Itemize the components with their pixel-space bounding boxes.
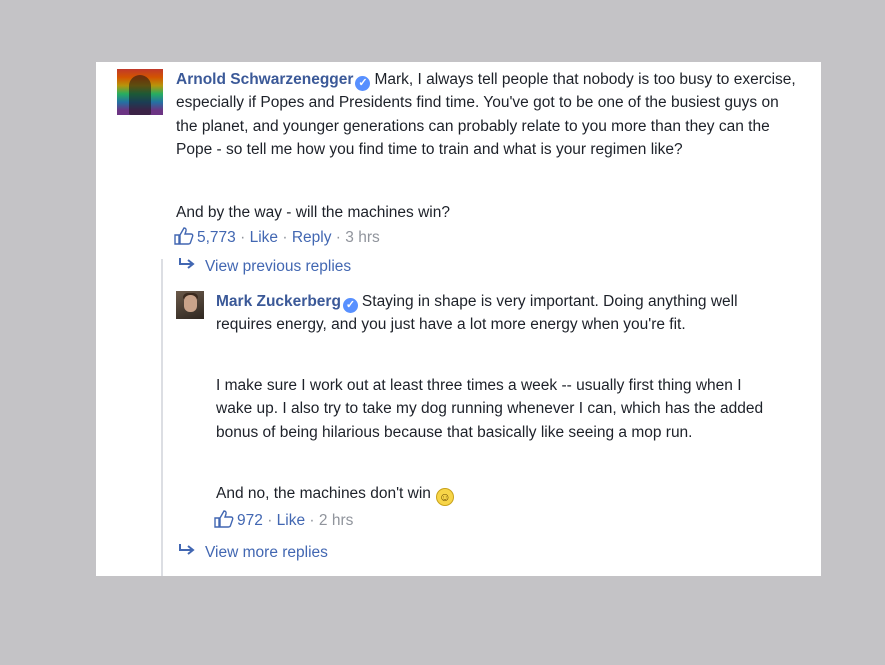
- reply-body-paragraph-2: I make sure I work out at least three ti…: [216, 377, 764, 441]
- like-count-value: 972: [237, 512, 263, 529]
- profile-photo-silhouette: [129, 75, 151, 115]
- comment-meta-row: 5,773 · Like · Reply · 3 hrs: [174, 227, 380, 248]
- reply-arrow-icon: [178, 543, 196, 563]
- reply-author-name[interactable]: Mark Zuckerberg: [216, 293, 341, 310]
- reply-thread-line: [161, 259, 163, 576]
- comment-like-count[interactable]: 5,773: [174, 227, 236, 246]
- separator-dot: ·: [335, 229, 341, 246]
- comment-timestamp[interactable]: 3 hrs: [345, 229, 379, 246]
- smiley-emoji-icon: ☺: [435, 488, 454, 506]
- reply-timestamp[interactable]: 2 hrs: [319, 512, 353, 529]
- thumbs-up-icon: [174, 227, 194, 245]
- reply-body-paragraph-3-line: And no, the machines don't win ☺: [216, 482, 776, 506]
- reply-arrow-icon: [178, 257, 196, 277]
- reply-like-button[interactable]: Like: [277, 512, 305, 529]
- thumbs-up-icon: [214, 510, 234, 528]
- reply-meta-row: 972 · Like · 2 hrs: [214, 510, 353, 531]
- separator-dot: ·: [309, 512, 315, 529]
- verified-badge-icon: ✓: [355, 76, 371, 91]
- mark-avatar[interactable]: [176, 291, 204, 319]
- comment-author-name[interactable]: Arnold Schwarzenegger: [176, 71, 353, 88]
- separator-dot: ·: [282, 229, 288, 246]
- comment-reply-button[interactable]: Reply: [292, 229, 332, 246]
- view-previous-replies-label: View previous replies: [205, 258, 352, 275]
- reply-body-paragraph-3: And no, the machines don't win: [216, 485, 431, 502]
- separator-dot: ·: [240, 229, 246, 246]
- like-count-value: 5,773: [197, 229, 236, 246]
- reply-like-count[interactable]: 972: [214, 510, 263, 529]
- verified-badge-icon: ✓: [342, 298, 358, 313]
- view-more-replies-link[interactable]: View more replies: [178, 543, 328, 563]
- comment-thread-card: Arnold Schwarzenegger ✓ Mark, I always tel…: [96, 62, 821, 576]
- comment-text-block: Arnold Schwarzenegger ✓ Mark, I always tel…: [176, 68, 796, 161]
- comment-body-paragraph-2: And by the way - will the machines win?: [176, 204, 450, 221]
- view-previous-replies-link[interactable]: View previous replies: [178, 257, 351, 277]
- separator-dot: ·: [267, 512, 273, 529]
- comment-like-button[interactable]: Like: [250, 229, 278, 246]
- view-more-replies-label: View more replies: [205, 544, 328, 561]
- reply-text-block: Mark Zuckerberg ✓ Staying in shape is very…: [216, 290, 756, 337]
- arnold-avatar[interactable]: [117, 69, 163, 115]
- profile-photo-face: [184, 295, 197, 312]
